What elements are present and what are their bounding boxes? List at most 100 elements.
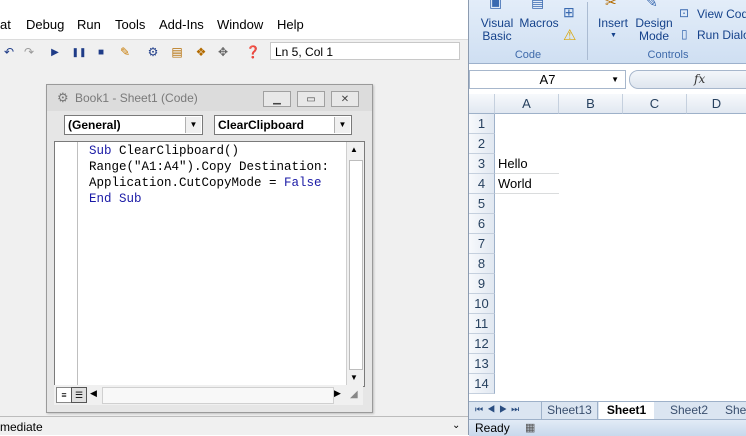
code-text: Application.CutCopyMode = bbox=[89, 176, 285, 190]
code-editor[interactable]: Sub ClearClipboard() Range("A1:A4").Copy… bbox=[54, 141, 365, 387]
column-header[interactable]: C bbox=[623, 94, 687, 114]
menu-addins[interactable]: Add-Ins bbox=[159, 17, 204, 32]
visual-basic-icon: ▣ bbox=[489, 0, 503, 10]
properties-icon[interactable]: ▤ bbox=[168, 43, 186, 61]
row-header[interactable]: 2 bbox=[469, 134, 495, 154]
macros-button[interactable]: ▤ Macros bbox=[519, 0, 559, 40]
formula-input[interactable]: fx bbox=[629, 70, 746, 89]
column-header[interactable]: D bbox=[687, 94, 746, 114]
excel-status-bar: Ready ▦ bbox=[469, 419, 746, 436]
code-line-1[interactable]: Sub ClearClipboard() bbox=[89, 144, 239, 158]
row-header[interactable]: 1 bbox=[469, 114, 495, 134]
cell-A4[interactable]: World bbox=[495, 174, 559, 194]
object-browser-icon[interactable]: ❖ bbox=[192, 43, 210, 61]
row-header[interactable]: 3 bbox=[469, 154, 495, 174]
reset-icon[interactable]: ■ bbox=[92, 43, 110, 61]
design-mode-label-2: Mode bbox=[638, 29, 670, 43]
full-module-view-icon[interactable]: ☰ bbox=[71, 387, 87, 403]
row-header[interactable]: 8 bbox=[469, 254, 495, 274]
margin-indicator-bar[interactable] bbox=[55, 142, 78, 386]
row-header[interactable]: 4 bbox=[469, 174, 495, 194]
horizontal-scrollbar[interactable] bbox=[102, 387, 334, 404]
view-code-button[interactable]: ⊡ View Cod bbox=[679, 6, 746, 22]
record-macro-icon[interactable]: ⊞ bbox=[563, 4, 575, 21]
group-separator bbox=[587, 2, 588, 60]
design-mode-button[interactable]: ✎ Design Mode bbox=[633, 0, 675, 44]
menu-window[interactable]: Window bbox=[217, 17, 263, 32]
project-explorer-icon[interactable]: ⚙ bbox=[144, 43, 162, 61]
tab-sheet1[interactable]: Sheet1 bbox=[599, 402, 654, 419]
keyword: Sub bbox=[89, 144, 112, 158]
tab-sheet13[interactable]: Sheet13 bbox=[541, 402, 598, 419]
row-header[interactable]: 12 bbox=[469, 334, 495, 354]
tab-sheet2[interactable]: Sheet2 bbox=[664, 402, 714, 419]
macros-icon: ▤ bbox=[531, 0, 545, 10]
chevron-down-icon: ▼ bbox=[610, 32, 617, 39]
code-line-3[interactable]: Application.CutCopyMode = False bbox=[89, 176, 322, 190]
visual-basic-label-2: Basic bbox=[482, 29, 512, 43]
menu-run[interactable]: Run bbox=[77, 17, 101, 32]
scroll-left-icon[interactable]: ◀ bbox=[90, 388, 97, 399]
row-header[interactable]: 14 bbox=[469, 374, 495, 394]
scroll-right-icon[interactable]: ▶ bbox=[334, 388, 341, 399]
redo-icon[interactable]: ↷ bbox=[20, 43, 38, 61]
keyword: False bbox=[284, 176, 322, 190]
scroll-thumb[interactable] bbox=[349, 160, 363, 370]
design-mode-icon[interactable]: ✎ bbox=[116, 43, 134, 61]
row-header[interactable]: 10 bbox=[469, 294, 495, 314]
proc-name: ClearClipboard() bbox=[119, 144, 240, 158]
select-all-corner[interactable] bbox=[469, 94, 495, 114]
close-button[interactable]: ✕ bbox=[331, 91, 359, 107]
column-header[interactable]: B bbox=[559, 94, 623, 114]
row-header[interactable]: 7 bbox=[469, 234, 495, 254]
menu-format[interactable]: at bbox=[0, 17, 11, 32]
visual-basic-button[interactable]: ▣ Visual Basic bbox=[477, 0, 517, 43]
vertical-scrollbar[interactable]: ▲ ▼ bbox=[346, 142, 364, 386]
macro-security-icon[interactable]: ⚠ bbox=[563, 26, 576, 44]
macro-record-icon[interactable]: ▦ bbox=[525, 420, 535, 436]
row-header[interactable]: 6 bbox=[469, 214, 495, 234]
insert-control-button[interactable]: ✂ Insert ▼ bbox=[593, 0, 633, 44]
chevron-down-icon[interactable]: ⌄ bbox=[452, 420, 460, 431]
procedure-view-icon[interactable]: ≡ bbox=[56, 387, 72, 403]
object-combo[interactable]: (General) ▼ bbox=[64, 115, 203, 135]
break-icon[interactable]: ❚❚ bbox=[70, 43, 88, 61]
chevron-down-icon[interactable]: ▼ bbox=[611, 71, 619, 88]
tab-navigation-icons[interactable]: ⏮◀▶⏭ bbox=[475, 404, 523, 415]
fx-icon[interactable]: fx bbox=[694, 72, 705, 86]
scroll-down-icon[interactable]: ▼ bbox=[350, 373, 358, 382]
scroll-up-icon[interactable]: ▲ bbox=[350, 145, 358, 154]
procedure-combo[interactable]: ClearClipboard ▼ bbox=[214, 115, 352, 135]
menu-tools[interactable]: Tools bbox=[115, 17, 145, 32]
row-header[interactable]: 9 bbox=[469, 274, 495, 294]
code-window-footer: ≡ ☰ ◀ ▶ ◢ bbox=[54, 385, 363, 405]
run-icon[interactable]: ▶ bbox=[46, 43, 64, 61]
chevron-down-icon[interactable]: ▼ bbox=[334, 117, 350, 133]
view-code-icon: ⊡ bbox=[679, 6, 690, 20]
resize-grip-icon[interactable]: ◢ bbox=[350, 389, 358, 400]
worksheet-grid[interactable]: A B C D 1 2 3 4 5 6 7 8 9 10 11 12 13 14… bbox=[469, 94, 746, 396]
sheet-tab-bar: ⏮◀▶⏭ Sheet13 Sheet1 Sheet2 She bbox=[469, 401, 746, 420]
module-icon: ⚙ bbox=[57, 90, 69, 105]
menu-help[interactable]: Help bbox=[277, 17, 304, 32]
name-box[interactable]: A7 ▼ bbox=[469, 70, 626, 89]
run-dialog-button[interactable]: ▯ Run Dialo bbox=[679, 27, 746, 43]
menu-debug[interactable]: Debug bbox=[26, 17, 64, 32]
toolbox-icon[interactable]: ✥ bbox=[214, 43, 232, 61]
minimize-button[interactable]: ▁ bbox=[263, 91, 291, 107]
code-window-titlebar[interactable]: ⚙ Book1 - Sheet1 (Code) ▁ ▭ ✕ bbox=[47, 85, 372, 111]
cell-A3[interactable]: Hello bbox=[495, 154, 559, 174]
tab-sheet-partial[interactable]: She bbox=[725, 402, 746, 419]
help-icon[interactable]: ❓ bbox=[244, 43, 262, 61]
column-header[interactable]: A bbox=[495, 94, 559, 114]
controls-group-label: Controls bbox=[647, 49, 689, 61]
status-ready: Ready bbox=[475, 421, 510, 435]
row-header[interactable]: 11 bbox=[469, 314, 495, 334]
maximize-button[interactable]: ▭ bbox=[297, 91, 325, 107]
undo-icon[interactable]: ↶ bbox=[0, 43, 18, 61]
code-line-4[interactable]: End Sub bbox=[89, 192, 142, 206]
chevron-down-icon[interactable]: ▼ bbox=[185, 117, 201, 133]
row-header[interactable]: 13 bbox=[469, 354, 495, 374]
code-line-2[interactable]: Range("A1:A4").Copy Destination: bbox=[89, 160, 329, 174]
row-header[interactable]: 5 bbox=[469, 194, 495, 214]
